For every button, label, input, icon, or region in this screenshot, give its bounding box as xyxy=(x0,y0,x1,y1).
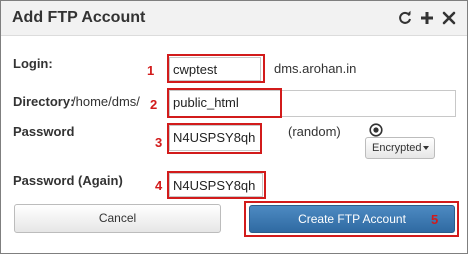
dialog-title: Add FTP Account xyxy=(12,9,146,26)
directory-prefix: /home/dms/ xyxy=(72,94,140,109)
create-button-highlight-box xyxy=(244,201,459,237)
directory-highlight-box xyxy=(167,88,282,118)
close-icon[interactable] xyxy=(441,10,457,26)
step-3-marker: 3 xyxy=(155,135,163,150)
login-highlight-box xyxy=(167,54,265,83)
refresh-icon[interactable] xyxy=(397,10,413,26)
random-label: (random) xyxy=(288,124,341,139)
directory-label: Directory: xyxy=(13,94,75,109)
add-ftp-account-dialog: Add FTP Account Login: 1 cwptest dms.aro… xyxy=(0,0,468,254)
chevron-down-icon xyxy=(423,146,429,150)
password-again-highlight-box xyxy=(167,171,266,199)
plus-icon[interactable] xyxy=(419,10,435,26)
login-domain: dms.arohan.in xyxy=(274,61,357,76)
cancel-button[interactable]: Cancel xyxy=(14,204,221,233)
encryption-select[interactable]: Encrypted xyxy=(365,137,435,159)
step-1-marker: 1 xyxy=(147,63,155,78)
login-label: Login: xyxy=(13,56,53,71)
step-5-marker: 5 xyxy=(431,212,439,227)
password-highlight-box xyxy=(167,123,262,154)
password-again-label: Password (Again) xyxy=(13,173,123,188)
encryption-select-value: Encrypted xyxy=(372,142,422,154)
dialog-header: Add FTP Account xyxy=(1,1,467,36)
step-2-marker: 2 xyxy=(150,97,158,112)
generate-password-icon[interactable] xyxy=(369,123,383,137)
password-label: Password xyxy=(13,124,75,139)
step-4-marker: 4 xyxy=(155,178,163,193)
